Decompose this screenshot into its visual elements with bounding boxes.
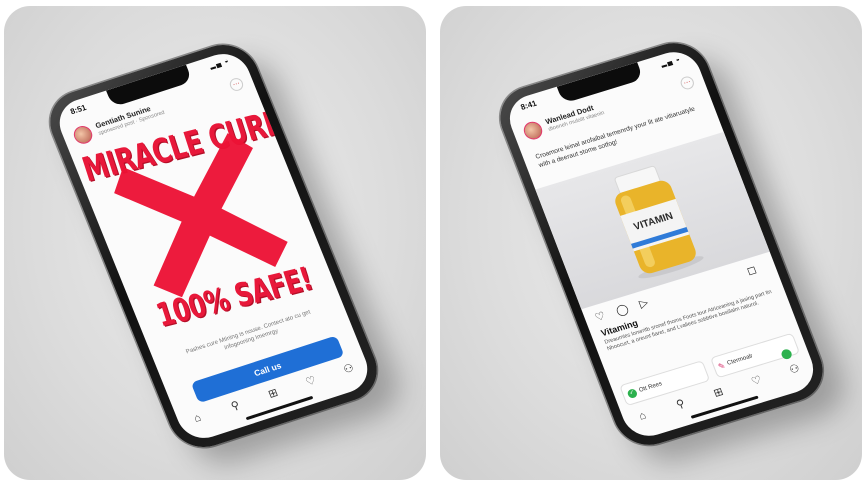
left-phone: 8:51 ▂▄ ◒ Gentiath Sunine sponsored post… [39, 36, 388, 456]
more-icon[interactable]: ⋯ [678, 74, 696, 91]
home-icon[interactable]: ⌂ [188, 410, 207, 427]
share-icon[interactable]: ▷ [638, 297, 650, 311]
profile-icon[interactable]: ⚇ [785, 361, 803, 378]
comment-icon[interactable]: ◯ [614, 303, 630, 318]
add-post-icon[interactable]: ⊞ [709, 384, 727, 401]
search-icon[interactable]: ⚲ [226, 397, 245, 414]
pen-icon: ✎ [716, 360, 727, 371]
heart-icon[interactable]: ♡ [302, 373, 321, 390]
right-phone: 8:41 ▂▄ ◒ Wanlead Dodt dtoeneh muloitt v… [490, 34, 833, 454]
cta-left-label: Ott Rees [638, 381, 664, 394]
more-icon[interactable]: ⋯ [227, 76, 246, 93]
vitamin-bottle-image: VITAMIN [614, 165, 704, 279]
left-photo-panel: 8:51 ▂▄ ◒ Gentiath Sunine sponsored post… [4, 6, 426, 480]
status-time: 8:51 [68, 102, 88, 117]
check-icon: ✓ [626, 387, 639, 399]
right-phone-screen: 8:41 ▂▄ ◒ Wanlead Dodt dtoeneh muloitt v… [502, 45, 821, 443]
status-icons: ▂▄ ◒ [208, 57, 231, 71]
heart-icon[interactable]: ♡ [747, 373, 765, 390]
avatar[interactable] [71, 123, 96, 147]
avatar[interactable] [521, 119, 545, 142]
left-phone-screen: 8:51 ▂▄ ◒ Gentiath Sunine sponsored post… [51, 47, 376, 445]
search-icon[interactable]: ⚲ [671, 396, 689, 413]
bookmark-icon[interactable]: ◻ [745, 263, 758, 278]
right-photo-panel: 8:41 ▂▄ ◒ Wanlead Dodt dtoeneh muloitt v… [440, 6, 862, 480]
profile-icon[interactable]: ⚇ [340, 361, 359, 378]
add-post-icon[interactable]: ⊞ [264, 385, 283, 402]
status-icons: ▂▄ ◒ [659, 55, 682, 69]
status-time: 8:41 [519, 98, 538, 112]
like-icon[interactable]: ♡ [593, 310, 607, 324]
cta-right-label: Ctermoalr [726, 353, 754, 367]
home-icon[interactable]: ⌂ [633, 407, 651, 424]
